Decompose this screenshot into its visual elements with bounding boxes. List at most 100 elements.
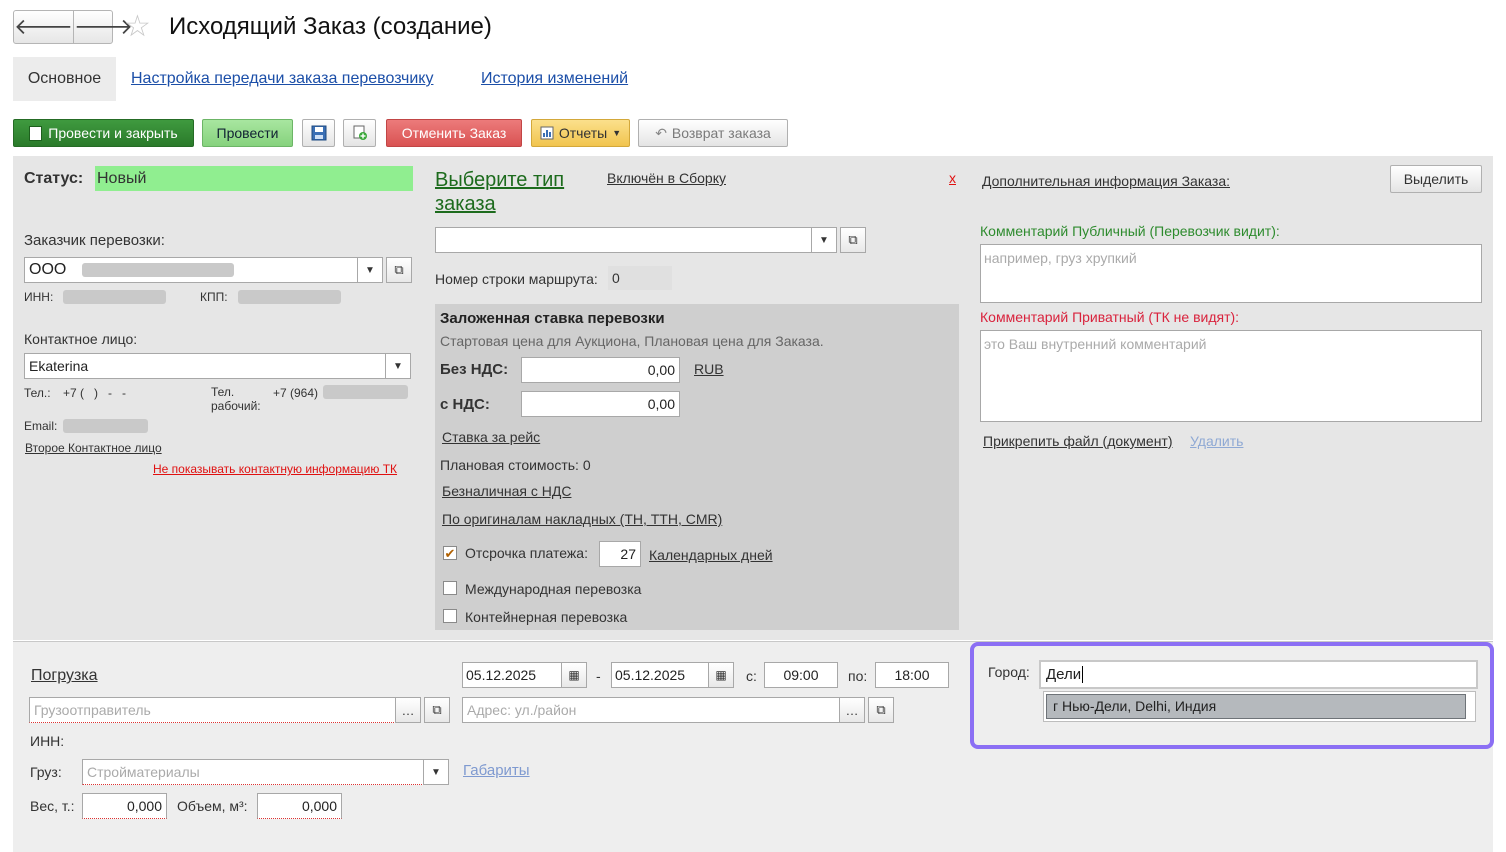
order-type-heading[interactable]: Выберите тип заказа xyxy=(435,168,585,216)
text-cursor xyxy=(1082,666,1084,683)
open-window-icon: ⧉ xyxy=(876,702,886,717)
order-type-open-button[interactable]: ⧉ xyxy=(840,227,866,253)
post-and-close-label: Провести и закрыть xyxy=(48,125,178,141)
ellipsis-icon: … xyxy=(845,702,859,718)
city-input[interactable]: Дели xyxy=(1039,660,1478,689)
international-label: Международная перевозка xyxy=(465,581,642,597)
time-from-label: с: xyxy=(746,668,757,684)
date-to-calendar-button[interactable]: ▦ xyxy=(708,662,734,688)
dimensions-link[interactable]: Габариты xyxy=(463,762,530,779)
deferral-unit-link[interactable]: Календарных дней xyxy=(649,547,773,563)
with-vat-input[interactable]: 0,00 xyxy=(521,391,680,417)
post-and-close-button[interactable]: Провести и закрыть xyxy=(13,119,194,147)
kpp-label: КПП: xyxy=(200,290,228,304)
originals-link[interactable]: По оригиналам накладных (ТН, ТТН, CMR) xyxy=(442,511,722,527)
back-arrow-icon[interactable]: 🡐 xyxy=(14,11,74,43)
weight-label: Вес, т.: xyxy=(30,798,75,814)
address-select-button[interactable]: … xyxy=(839,697,865,723)
order-type-dropdown-button[interactable]: ▼ xyxy=(811,227,837,253)
weight-value: 0,000 xyxy=(126,798,162,814)
without-vat-value: 0,00 xyxy=(647,362,675,378)
save-button[interactable] xyxy=(302,119,335,147)
highlight-button[interactable]: Выделить xyxy=(1390,165,1482,193)
reports-button[interactable]: Отчеты ▼ xyxy=(531,119,630,147)
email-label: Email: xyxy=(24,419,58,433)
return-order-label: Возврат заказа xyxy=(671,125,771,141)
attach-file-link[interactable]: Прикрепить файл (документ) xyxy=(983,433,1173,449)
contact-dropdown-button[interactable]: ▼ xyxy=(385,353,411,379)
loading-link[interactable]: Погрузка xyxy=(31,667,98,685)
open-window-icon: ⧉ xyxy=(848,232,858,247)
calendar-icon: ▦ xyxy=(715,668,727,682)
contact-field[interactable]: Ekaterina xyxy=(24,353,386,379)
city-input-value: Дели xyxy=(1046,666,1082,683)
deferral-input[interactable]: 27 xyxy=(599,541,641,567)
volume-value: 0,000 xyxy=(301,798,337,814)
address-input[interactable]: Адрес: ул./район xyxy=(462,697,840,723)
rate-per-trip-link[interactable]: Ставка за рейс xyxy=(442,429,540,445)
customer-dropdown-button[interactable]: ▼ xyxy=(357,257,383,283)
reports-label: Отчеты xyxy=(558,125,608,141)
cargo-dropdown-button[interactable]: ▼ xyxy=(423,759,449,785)
deferral-checkbox[interactable]: ✔ xyxy=(443,546,457,560)
address-open-button[interactable]: ⧉ xyxy=(868,697,894,723)
time-from-input[interactable]: 09:00 xyxy=(764,662,838,688)
copy-document-button[interactable] xyxy=(343,119,376,147)
hide-contact-link[interactable]: Не показывать контактную информацию ТК xyxy=(153,462,397,476)
customer-field[interactable]: ООО xyxy=(24,257,358,283)
extra-info-link[interactable]: Дополнительная информация Заказа: xyxy=(982,173,1230,189)
shipper-placeholder: Грузоотправитель xyxy=(34,702,151,718)
included-assembly-link[interactable]: Включён в Сборку xyxy=(607,170,726,186)
city-suggestion-item[interactable]: г Нью-Дели, Delhi, Индия xyxy=(1046,694,1466,719)
city-label: Город: xyxy=(988,664,1030,680)
redacted-kpp xyxy=(238,290,341,304)
redacted-email xyxy=(63,419,148,433)
shipper-select-button[interactable]: … xyxy=(395,697,421,723)
cargo-placeholder: Стройматериалы xyxy=(87,764,200,780)
rate-title: Заложенная ставка перевозки xyxy=(440,310,665,327)
tab-carrier-settings[interactable]: Настройка передачи заказа перевозчику xyxy=(131,70,433,88)
time-to-input[interactable]: 18:00 xyxy=(875,662,949,688)
time-to-value: 18:00 xyxy=(894,667,930,683)
shipper-input[interactable]: Грузоотправитель xyxy=(29,697,396,723)
favorite-star-icon[interactable]: ☆ xyxy=(124,9,151,44)
delete-link[interactable]: Удалить xyxy=(1190,433,1243,449)
planned-cost: Плановая стоимость: 0 xyxy=(440,457,591,473)
volume-input[interactable]: 0,000 xyxy=(257,793,342,819)
chevron-down-icon: ▼ xyxy=(612,128,622,138)
container-checkbox[interactable] xyxy=(443,609,457,623)
tab-main[interactable]: Основное xyxy=(13,57,116,101)
currency-link[interactable]: RUB xyxy=(694,361,724,377)
tab-history[interactable]: История изменений xyxy=(481,70,628,88)
second-contact-link[interactable]: Второе Контактное лицо xyxy=(25,441,162,455)
cancel-order-button[interactable]: Отменить Заказ xyxy=(386,119,522,147)
return-order-button[interactable]: ↶ Возврат заказа xyxy=(638,119,788,147)
loading-inn-label: ИНН: xyxy=(30,733,65,749)
redacted-text xyxy=(82,263,235,277)
post-button[interactable]: Провести xyxy=(202,119,293,147)
cargo-input[interactable]: Стройматериалы xyxy=(82,759,424,785)
date-from-value: 05.12.2025 xyxy=(466,667,537,683)
route-row-label: Номер строки маршрута: xyxy=(435,271,598,287)
weight-input[interactable]: 0,000 xyxy=(82,793,167,819)
contact-value: Ekaterina xyxy=(29,358,89,374)
shipper-open-button[interactable]: ⧉ xyxy=(424,697,450,723)
date-from-input[interactable]: 05.12.2025 xyxy=(462,662,562,688)
public-comment-textarea[interactable]: например, груз хрупкий xyxy=(980,244,1482,303)
date-to-input[interactable]: 05.12.2025 xyxy=(611,662,709,688)
cargo-label: Груз: xyxy=(30,764,62,780)
inn-label: ИНН: xyxy=(24,290,54,304)
customer-open-button[interactable]: ⧉ xyxy=(386,257,412,283)
open-window-icon: ⧉ xyxy=(394,262,404,277)
page-title: Исходящий Заказ (создание) xyxy=(169,13,492,40)
date-from-calendar-button[interactable]: ▦ xyxy=(561,662,587,688)
public-comment-label: Комментарий Публичный (Перевозчик видит)… xyxy=(980,223,1280,239)
without-vat-input[interactable]: 0,00 xyxy=(521,357,680,383)
international-checkbox[interactable] xyxy=(443,581,457,595)
reports-icon xyxy=(540,126,554,140)
cashless-vat-link[interactable]: Безналичная с НДС xyxy=(442,483,571,499)
order-type-field[interactable] xyxy=(435,227,812,253)
floppy-disk-icon xyxy=(311,125,326,141)
remove-x-link[interactable]: x xyxy=(949,170,956,186)
private-comment-textarea[interactable]: это Ваш внутренний комментарий xyxy=(980,330,1482,422)
